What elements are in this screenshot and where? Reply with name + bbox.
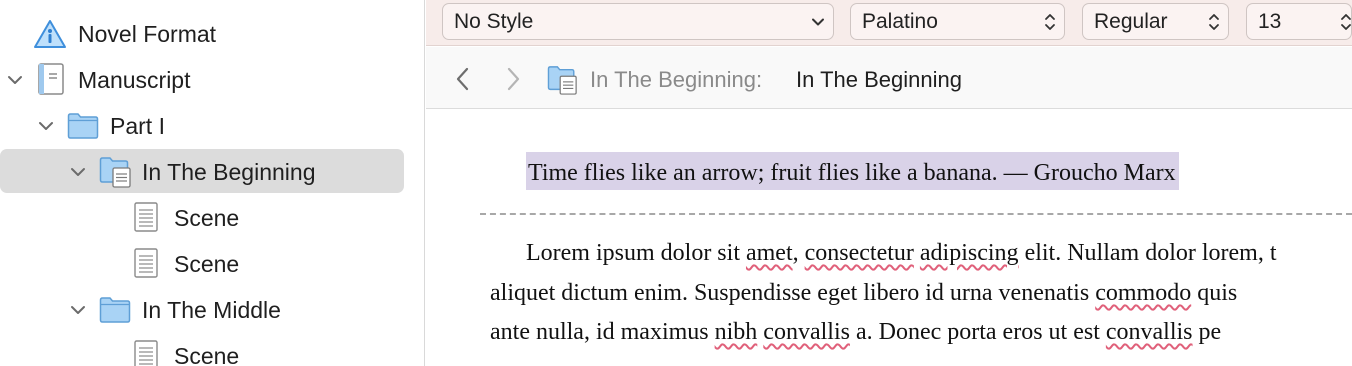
binder-item-scene[interactable]: Scene — [0, 194, 425, 240]
editor-header-bar: In The Beginning: In The Beginning — [426, 47, 1352, 109]
font-size-value: 13 — [1258, 9, 1282, 33]
up-down-chevron-icon — [1209, 13, 1219, 30]
chevron-down-icon[interactable] — [37, 117, 55, 135]
binder-sidebar: Novel Format Manuscript Part I In The Be… — [0, 0, 425, 366]
header-title[interactable]: In The Beginning — [796, 67, 962, 93]
font-family-value: Palatino — [862, 9, 938, 33]
binder-item-in-the-beginning[interactable]: In The Beginning — [0, 148, 425, 194]
misspelled-word: amet — [745, 240, 793, 266]
folder-document-icon — [547, 65, 579, 100]
font-size-select[interactable]: 13 — [1246, 3, 1352, 40]
chevron-down-icon[interactable] — [6, 71, 24, 89]
chevron-down-icon — [812, 18, 824, 25]
folder-icon — [67, 112, 99, 144]
binder-item-label: Manuscript — [78, 67, 191, 93]
binder-item-label: In The Middle — [142, 297, 281, 323]
format-bar: No Style Palatino Regular 13 — [426, 0, 1352, 46]
folder-document-icon — [99, 156, 133, 193]
info-triangle-icon — [33, 19, 67, 54]
binder-item-label: Scene — [174, 251, 240, 277]
binder-item-label: Part I — [110, 113, 165, 139]
epigraph-selected-text[interactable]: Time flies like an arrow; fruit flies li… — [526, 152, 1179, 190]
chevron-down-icon[interactable] — [69, 163, 87, 181]
chevron-down-icon[interactable] — [69, 301, 87, 319]
up-down-chevron-icon — [1341, 13, 1351, 30]
folder-icon — [99, 296, 131, 328]
document-icon — [134, 248, 158, 283]
up-down-chevron-icon — [1045, 13, 1055, 30]
manuscript-icon — [38, 63, 64, 100]
font-weight-select[interactable]: Regular — [1082, 3, 1229, 40]
font-weight-value: Regular — [1094, 9, 1168, 33]
misspelled-word: adipiscing — [919, 240, 1019, 266]
misspelled-word: convallis — [763, 319, 850, 345]
binder-item-scene[interactable]: Scene — [0, 240, 425, 286]
misspelled-word: nibh — [714, 319, 758, 345]
misspelled-word: convallis — [1105, 319, 1193, 345]
dashed-separator — [480, 213, 1352, 215]
style-select[interactable]: No Style — [442, 3, 834, 40]
text-editor[interactable]: Time flies like an arrow; fruit flies li… — [426, 110, 1352, 366]
body-line[interactable]: aliquet dictum enim. Suspendisse eget li… — [490, 280, 1237, 307]
binder-item-label: Scene — [174, 343, 240, 366]
binder-item-part-i[interactable]: Part I — [0, 102, 425, 148]
misspelled-word: consectetur — [804, 240, 914, 266]
header-path: In The Beginning: — [590, 67, 763, 92]
document-icon — [134, 202, 158, 237]
binder-item-label: In The Beginning — [142, 159, 316, 185]
binder-item-novel-format[interactable]: Novel Format — [0, 10, 425, 56]
style-select-value: No Style — [454, 9, 534, 33]
font-family-select[interactable]: Palatino — [850, 3, 1065, 40]
body-line[interactable]: Lorem ipsum dolor sit amet, consectetur … — [526, 240, 1277, 267]
binder-item-scene[interactable]: Scene — [0, 332, 425, 366]
binder-item-label: Novel Format — [78, 21, 217, 47]
document-icon — [134, 340, 158, 366]
misspelled-word: commodo — [1095, 280, 1192, 306]
body-line[interactable]: ante nulla, id maximus nibh convallis a.… — [490, 319, 1221, 346]
forward-arrow-icon[interactable] — [504, 66, 522, 97]
binder-item-label: Scene — [174, 205, 240, 231]
back-arrow-icon[interactable] — [454, 66, 472, 97]
binder-item-manuscript[interactable]: Manuscript — [0, 56, 425, 102]
binder-item-in-the-middle[interactable]: In The Middle — [0, 286, 425, 332]
